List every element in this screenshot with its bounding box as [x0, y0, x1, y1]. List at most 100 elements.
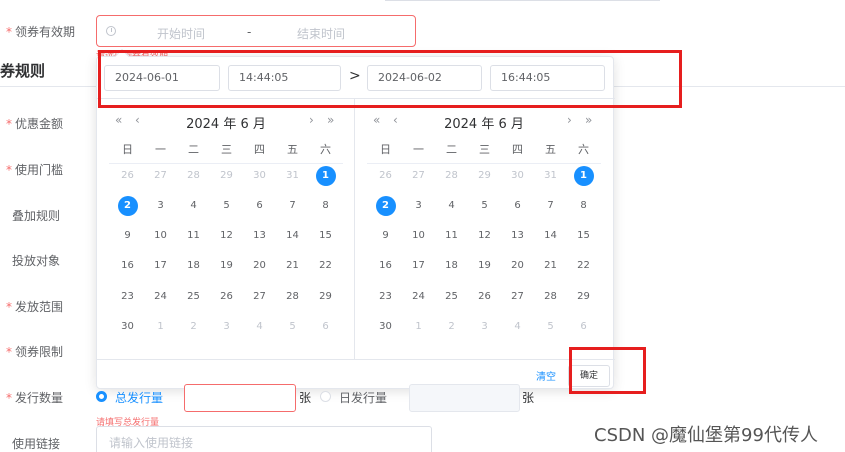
day-cell[interactable]: 4: [243, 317, 276, 337]
day-cell[interactable]: 13: [501, 226, 534, 246]
day-cell[interactable]: 2: [177, 317, 210, 337]
total-issue-input[interactable]: [184, 384, 296, 412]
day-cell[interactable]: 6: [309, 317, 342, 337]
range-start-placeholder[interactable]: 开始时间: [157, 25, 205, 42]
day-cell[interactable]: 10: [402, 226, 435, 246]
day-cell[interactable]: 16: [111, 256, 144, 276]
day-cell[interactable]: 27: [402, 166, 435, 186]
day-cell[interactable]: 20: [243, 256, 276, 276]
radio-total-issue[interactable]: [96, 391, 107, 402]
clear-button[interactable]: 清空: [536, 368, 556, 383]
day-cell[interactable]: 18: [177, 256, 210, 276]
day-cell[interactable]: 8: [309, 196, 342, 216]
day-cell[interactable]: 24: [144, 287, 177, 307]
day-cell[interactable]: 6: [567, 317, 600, 337]
day-cell[interactable]: 30: [501, 166, 534, 186]
radio-daily-issue[interactable]: [320, 391, 331, 402]
day-cell[interactable]: 17: [402, 256, 435, 276]
day-cell[interactable]: 5: [210, 196, 243, 216]
day-cell[interactable]: 3: [468, 317, 501, 337]
day-cell[interactable]: 15: [309, 226, 342, 246]
radio-daily-issue-label[interactable]: 日发行量: [339, 389, 387, 406]
day-cell[interactable]: 21: [276, 256, 309, 276]
day-cell[interactable]: 28: [177, 166, 210, 186]
link-input[interactable]: 请输入使用链接: [96, 426, 432, 452]
day-cell[interactable]: 5: [534, 317, 567, 337]
day-cell[interactable]: 25: [177, 287, 210, 307]
next-year-button[interactable]: »: [585, 113, 592, 127]
day-number: 29: [577, 291, 590, 302]
day-cell-selected[interactable]: 1: [567, 164, 600, 188]
day-cell[interactable]: 26: [369, 166, 402, 186]
day-cell[interactable]: 28: [534, 287, 567, 307]
day-cell[interactable]: 29: [468, 166, 501, 186]
day-cell[interactable]: 24: [402, 287, 435, 307]
next-month-button[interactable]: ›: [567, 113, 572, 127]
day-cell[interactable]: 12: [468, 226, 501, 246]
day-cell[interactable]: 26: [210, 287, 243, 307]
day-cell[interactable]: 8: [567, 196, 600, 216]
day-cell[interactable]: 19: [210, 256, 243, 276]
day-cell[interactable]: 14: [534, 226, 567, 246]
day-cell[interactable]: 6: [243, 196, 276, 216]
day-cell[interactable]: 29: [567, 287, 600, 307]
next-month-button[interactable]: ›: [309, 113, 314, 127]
day-cell[interactable]: 28: [435, 166, 468, 186]
day-cell[interactable]: 29: [309, 287, 342, 307]
day-cell[interactable]: 9: [111, 226, 144, 246]
day-cell[interactable]: 30: [243, 166, 276, 186]
day-cell-selected[interactable]: 1: [309, 164, 342, 188]
day-cell[interactable]: 1: [144, 317, 177, 337]
day-cell[interactable]: 4: [435, 196, 468, 216]
day-cell[interactable]: 15: [567, 226, 600, 246]
day-cell[interactable]: 9: [369, 226, 402, 246]
day-cell[interactable]: 2: [435, 317, 468, 337]
day-cell[interactable]: 27: [144, 166, 177, 186]
day-cell[interactable]: 12: [210, 226, 243, 246]
day-cell[interactable]: 17: [144, 256, 177, 276]
day-cell[interactable]: 6: [501, 196, 534, 216]
day-cell[interactable]: 27: [243, 287, 276, 307]
day-cell[interactable]: 30: [111, 317, 144, 337]
day-cell[interactable]: 29: [210, 166, 243, 186]
day-cell[interactable]: 11: [177, 226, 210, 246]
day-cell[interactable]: 18: [435, 256, 468, 276]
day-cell[interactable]: 1: [402, 317, 435, 337]
day-cell[interactable]: 7: [534, 196, 567, 216]
day-cell[interactable]: 3: [402, 196, 435, 216]
range-end-placeholder[interactable]: 结束时间: [297, 25, 345, 42]
day-cell[interactable]: 31: [534, 166, 567, 186]
day-cell[interactable]: 26: [468, 287, 501, 307]
day-cell[interactable]: 7: [276, 196, 309, 216]
next-year-button[interactable]: »: [327, 113, 334, 127]
day-cell[interactable]: 28: [276, 287, 309, 307]
day-cell[interactable]: 30: [369, 317, 402, 337]
day-cell[interactable]: 5: [468, 196, 501, 216]
day-cell[interactable]: 27: [501, 287, 534, 307]
day-cell[interactable]: 19: [468, 256, 501, 276]
day-cell[interactable]: 3: [210, 317, 243, 337]
day-cell[interactable]: 5: [276, 317, 309, 337]
day-cell[interactable]: 21: [534, 256, 567, 276]
day-cell[interactable]: 25: [435, 287, 468, 307]
daily-issue-input[interactable]: [409, 384, 520, 412]
day-cell[interactable]: 20: [501, 256, 534, 276]
day-cell-selected[interactable]: 2: [111, 196, 144, 216]
day-cell[interactable]: 11: [435, 226, 468, 246]
day-cell[interactable]: 23: [111, 287, 144, 307]
day-cell[interactable]: 4: [501, 317, 534, 337]
validity-range-input[interactable]: 开始时间 - 结束时间: [96, 15, 416, 47]
day-cell[interactable]: 16: [369, 256, 402, 276]
day-cell[interactable]: 3: [144, 196, 177, 216]
day-cell[interactable]: 10: [144, 226, 177, 246]
day-cell[interactable]: 31: [276, 166, 309, 186]
day-cell[interactable]: 4: [177, 196, 210, 216]
day-cell[interactable]: 23: [369, 287, 402, 307]
day-cell[interactable]: 26: [111, 166, 144, 186]
day-cell[interactable]: 13: [243, 226, 276, 246]
day-cell[interactable]: 14: [276, 226, 309, 246]
day-cell[interactable]: 22: [309, 256, 342, 276]
day-cell-selected[interactable]: 2: [369, 196, 402, 216]
day-cell[interactable]: 22: [567, 256, 600, 276]
radio-total-issue-label[interactable]: 总发行量: [115, 389, 163, 406]
